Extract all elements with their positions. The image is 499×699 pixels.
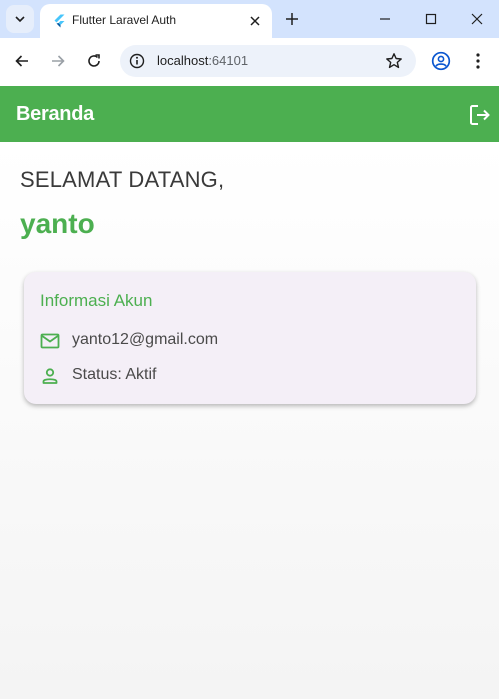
browser-menu-button[interactable] xyxy=(470,51,486,71)
email-row: yanto12@gmail.com xyxy=(40,329,460,353)
url-text: localhost:64101 xyxy=(157,53,248,68)
chevron-down-icon xyxy=(15,16,25,23)
account-info-card: Informasi Akun yanto12@gmail.com Status:… xyxy=(24,272,476,404)
site-info-icon[interactable] xyxy=(129,53,145,69)
url-host: localhost xyxy=(157,53,209,68)
person-icon xyxy=(42,368,58,384)
minimize-button[interactable] xyxy=(375,9,395,29)
window-close-button[interactable] xyxy=(467,9,487,29)
browser-tab-active[interactable]: Flutter Laravel Auth xyxy=(40,4,272,38)
status-text: Status: Aktif xyxy=(72,366,157,383)
bookmark-star-icon[interactable] xyxy=(385,52,403,70)
email-icon xyxy=(40,333,60,349)
forward-button[interactable] xyxy=(47,50,69,72)
minimize-icon xyxy=(380,18,390,20)
more-vert-icon xyxy=(476,53,480,69)
status-row: Status: Aktif xyxy=(40,364,460,388)
arrow-left-icon xyxy=(15,55,28,67)
close-icon xyxy=(471,13,483,25)
app-bar: Beranda xyxy=(0,86,499,142)
tab-search-button[interactable] xyxy=(6,5,34,33)
welcome-heading: SELAMAT DATANG, xyxy=(20,167,225,192)
page-title: Beranda xyxy=(16,103,94,125)
arrow-right-icon xyxy=(52,55,65,67)
tab-title: Flutter Laravel Auth xyxy=(72,13,177,27)
new-tab-button[interactable] xyxy=(282,9,302,29)
email-text: yanto12@gmail.com xyxy=(72,331,219,348)
plus-icon xyxy=(286,13,298,25)
card-title: Informasi Akun xyxy=(40,291,153,310)
page-body: SELAMAT DATANG, yanto Informasi Akun yan… xyxy=(0,142,499,699)
tab-close-button[interactable] xyxy=(246,12,264,30)
url-port: :64101 xyxy=(208,53,249,68)
close-icon xyxy=(250,16,260,26)
browser-toolbar: localhost:64101 xyxy=(0,38,499,86)
reload-button[interactable] xyxy=(83,50,105,72)
flutter-logo-icon xyxy=(54,14,65,28)
address-bar[interactable]: localhost:64101 xyxy=(120,45,416,77)
username-text: yanto xyxy=(20,208,95,239)
reload-icon xyxy=(88,54,100,67)
maximize-icon xyxy=(425,13,437,25)
browser-tabstrip: Flutter Laravel Auth xyxy=(0,0,499,38)
back-button[interactable] xyxy=(11,50,33,72)
maximize-button[interactable] xyxy=(421,9,441,29)
profile-icon[interactable] xyxy=(431,51,451,71)
logout-icon[interactable] xyxy=(468,103,492,127)
